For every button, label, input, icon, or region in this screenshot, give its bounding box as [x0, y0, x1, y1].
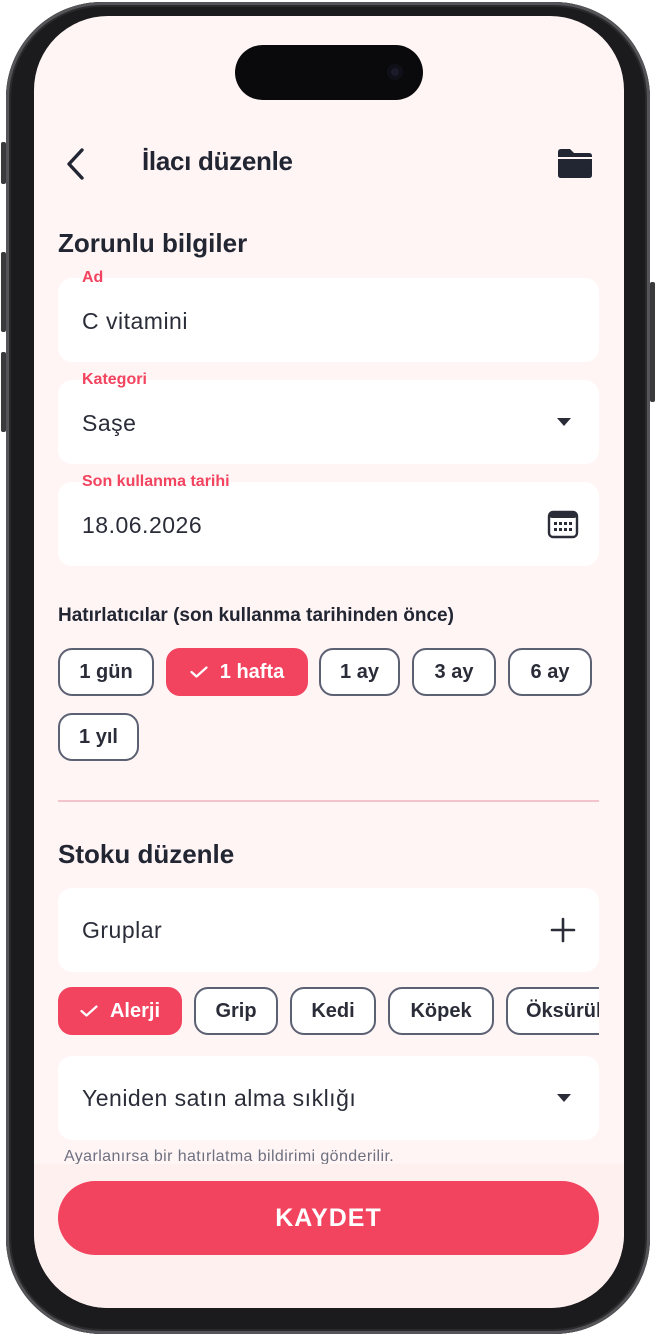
chip-label: 6 ay [530, 660, 570, 683]
chip-label: Alerji [109, 999, 161, 1022]
category-label: Kategori [82, 371, 147, 388]
app-screen: İlacı düzenle Zorunlu bilgiler Ad C vita… [34, 16, 624, 1308]
repurchase-value: Yeniden satın alma sıklığı [82, 1085, 357, 1111]
reminder-chip-1-month[interactable]: 1 ay [319, 648, 400, 696]
reminder-chip-1-week[interactable]: 1 hafta [166, 648, 308, 696]
chip-label: 3 ay [434, 660, 474, 683]
camera-icon [387, 64, 403, 80]
check-icon [190, 666, 208, 678]
repurchase-frequency-select[interactable]: Yeniden satın alma sıklığı [58, 1056, 599, 1140]
plus-icon[interactable] [549, 916, 577, 944]
volume-up-button [1, 252, 6, 332]
reminder-chip-6-months[interactable]: 6 ay [508, 648, 592, 696]
caret-down-icon [557, 418, 571, 426]
chevron-left-icon [67, 148, 84, 180]
calendar-icon[interactable] [547, 508, 579, 540]
dynamic-island [235, 45, 423, 100]
group-chip-oksuruk[interactable]: Öksürük [506, 987, 599, 1035]
groups-field[interactable]: Gruplar [58, 888, 599, 972]
groups-value: Gruplar [82, 917, 163, 943]
chip-label: Kedi [311, 999, 355, 1022]
save-button[interactable]: KAYDET [58, 1181, 599, 1255]
chip-label: 1 gün [79, 660, 133, 683]
group-chips-scroller[interactable]: Alerji Grip Kedi Köpek Öksürük [58, 985, 599, 1041]
group-chip-grip[interactable]: Grip [194, 987, 278, 1035]
expiry-date-field[interactable]: Son kullanma tarihi 18.06.2026 [58, 473, 599, 566]
reminder-chip-1-day[interactable]: 1 gün [58, 648, 154, 696]
chip-label: 1 yıl [79, 725, 118, 748]
chip-label: Grip [215, 999, 257, 1022]
reminder-chip-1-year[interactable]: 1 yıl [58, 713, 139, 761]
top-bar: İlacı düzenle [34, 134, 624, 204]
check-icon [80, 1005, 98, 1017]
expiry-value: 18.06.2026 [82, 512, 203, 538]
name-value: C vitamini [82, 308, 188, 334]
caret-down-icon [557, 1094, 571, 1102]
name-label: Ad [82, 269, 104, 286]
expiry-label: Son kullanma tarihi [82, 473, 230, 490]
chip-label: Köpek [410, 999, 472, 1022]
back-button[interactable] [60, 144, 94, 184]
group-chip-kedi[interactable]: Kedi [290, 987, 376, 1035]
volume-down-button [1, 352, 6, 432]
group-chip-kopek[interactable]: Köpek [388, 987, 494, 1035]
chip-label: 1 ay [340, 660, 379, 683]
reminders-heading: Hatırlatıcılar (son kullanma tarihinden … [58, 605, 454, 626]
group-chip-alerji[interactable]: Alerji [58, 987, 182, 1035]
category-select[interactable]: Kategori Saşe [58, 371, 599, 464]
chip-label: Öksürük [526, 999, 599, 1022]
stock-heading: Stoku düzenle [58, 839, 235, 869]
chip-label: 1 hafta [219, 660, 285, 683]
page-title: İlacı düzenle [142, 146, 293, 176]
name-field[interactable]: Ad C vitamini [58, 269, 599, 362]
action-button [1, 142, 6, 184]
folder-button[interactable] [556, 146, 594, 180]
reminder-chip-3-months[interactable]: 3 ay [412, 648, 496, 696]
category-value: Saşe [82, 410, 137, 436]
power-button [650, 282, 655, 402]
folder-icon [558, 149, 592, 178]
section-divider [58, 800, 599, 802]
required-heading: Zorunlu bilgiler [58, 228, 248, 258]
